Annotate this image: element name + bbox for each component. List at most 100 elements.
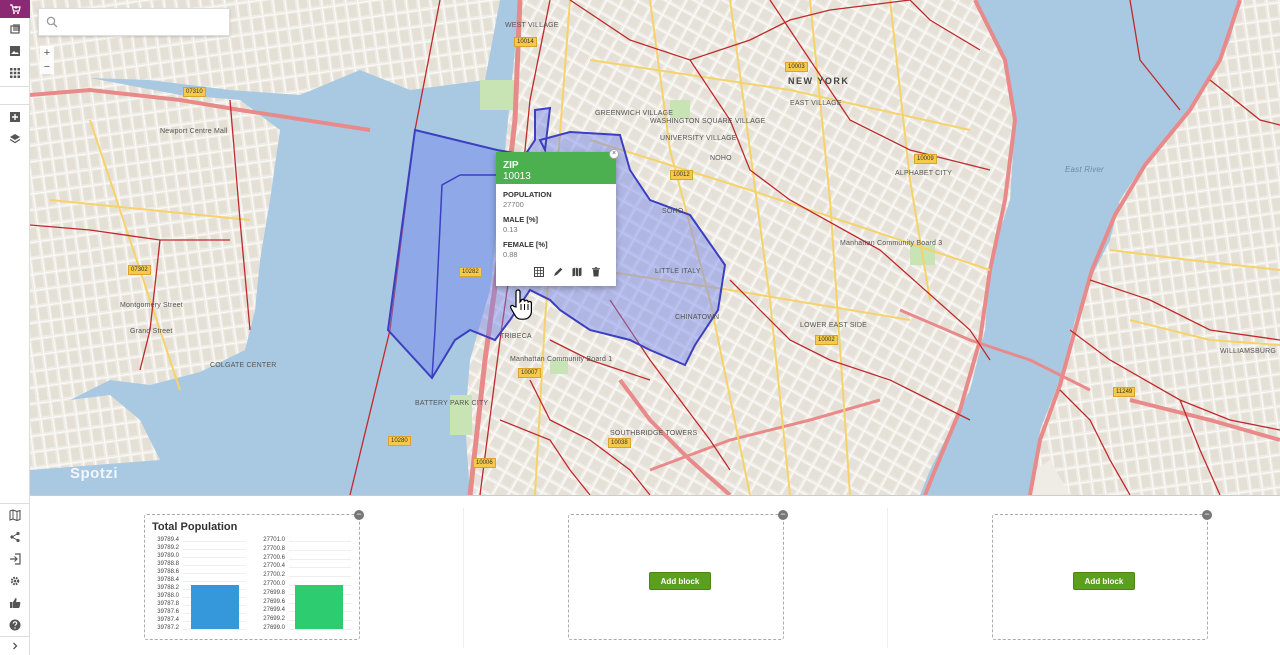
zoom-in-button[interactable]: + — [40, 46, 54, 60]
zip-tag: 10009 — [914, 154, 937, 164]
app-root: NEW YORK EAST VILLAGE WEST VILLAGE GREEN… — [0, 0, 1280, 655]
map-label: Montgomery Street — [120, 302, 183, 309]
map-label: UNIVERSITY VILLAGE — [660, 135, 737, 142]
add-block-button[interactable]: Add block — [1073, 572, 1135, 590]
login-button[interactable] — [0, 548, 30, 570]
zip-tag: 10014 — [514, 37, 537, 47]
map-canvas[interactable]: NEW YORK EAST VILLAGE WEST VILLAGE GREEN… — [30, 0, 1280, 495]
hand-cursor-icon — [510, 289, 532, 320]
chart-bar[interactable] — [191, 585, 239, 629]
map-label: EAST VILLAGE — [790, 100, 842, 107]
popup-header: ZIP 10013 — [496, 152, 616, 184]
y-tick-label: 39787.4 — [157, 617, 179, 623]
grid-line — [183, 557, 245, 558]
cart-icon — [10, 4, 21, 14]
y-tick-label: 39787.6 — [157, 609, 179, 615]
grid-line — [289, 576, 351, 578]
map-button[interactable] — [0, 504, 30, 526]
y-tick-label: 27700.4 — [263, 563, 285, 570]
zip-tag: 10003 — [785, 62, 808, 72]
map-label: SOUTHBRIDGE TOWERS — [610, 430, 698, 437]
y-tick-label: 39788.6 — [157, 569, 179, 575]
share-button[interactable] — [0, 526, 30, 548]
map-label: East River — [1065, 165, 1104, 174]
remove-block-button[interactable]: − — [778, 510, 788, 520]
close-icon[interactable]: × — [609, 149, 619, 159]
select-area-button[interactable] — [0, 106, 30, 128]
chart-bar[interactable] — [295, 585, 343, 629]
map-label: TRIBECA — [500, 333, 532, 340]
y-tick-label: 27700.0 — [263, 581, 285, 587]
empty-block: − Add block — [568, 510, 788, 640]
field-value: 27700 — [503, 200, 524, 209]
data-layers-button[interactable] — [0, 18, 30, 40]
settings-button[interactable] — [0, 570, 30, 592]
field-label: POPULATION — [503, 190, 552, 199]
y-tick-label: 27700.8 — [263, 545, 285, 552]
layers-data-icon — [10, 24, 20, 34]
brand-watermark: Spotzi — [70, 465, 118, 482]
zip-tag: 10002 — [815, 335, 838, 345]
grid-line — [183, 541, 245, 542]
map-icon[interactable] — [572, 267, 582, 277]
delete-icon[interactable] — [591, 267, 601, 277]
zip-tag: 10280 — [388, 436, 411, 446]
remove-block-button[interactable]: − — [354, 510, 364, 520]
like-button[interactable] — [0, 592, 30, 614]
sidebar-divider — [0, 86, 30, 87]
column-divider — [887, 508, 888, 648]
layers-button[interactable] — [0, 128, 30, 150]
y-tick-label: 39788.2 — [157, 585, 179, 591]
map-label: WASHINGTON SQUARE VILLAGE — [650, 118, 766, 125]
grid-line — [183, 573, 245, 574]
map-label: CHINATOWN — [675, 314, 720, 321]
zip-tag: 11249 — [1113, 387, 1136, 397]
y-tick-label: 27699.0 — [263, 625, 285, 631]
field-label: FEMALE [%] — [503, 240, 548, 249]
zip-tag: 07310 — [183, 87, 206, 97]
zip-tag: 10007 — [518, 368, 541, 378]
chart-block: − Total Population 39789.4 39789.2 39789.0… — [144, 510, 364, 640]
zip-tag: 10006 — [473, 458, 496, 468]
layers-icon — [9, 134, 21, 144]
popup-title: ZIP — [503, 160, 519, 171]
y-tick-label: 39788.4 — [157, 577, 179, 583]
zip-tag: 10038 — [608, 438, 631, 448]
remove-block-button[interactable]: − — [1202, 510, 1212, 520]
grid-line — [183, 565, 245, 566]
search-input[interactable] — [65, 13, 225, 33]
y-tick-label: 27699.2 — [263, 616, 285, 623]
y-tick-label: 27700.6 — [263, 554, 285, 561]
expand-sidebar-button[interactable] — [0, 637, 30, 655]
add-block-button[interactable]: Add block — [649, 572, 711, 590]
image-button[interactable] — [0, 40, 30, 62]
popup-actions — [534, 267, 601, 277]
map-label: Newport Centre Mall — [160, 128, 228, 135]
map-label: COLGATE CENTER — [210, 362, 277, 369]
select-area-icon — [10, 112, 20, 122]
table-icon[interactable] — [534, 267, 544, 277]
login-icon — [10, 553, 21, 565]
y-tick-label: 39788.8 — [157, 561, 179, 567]
field-value: 0.88 — [503, 250, 518, 259]
cart-button[interactable] — [0, 0, 30, 18]
map-label: Grand Street — [130, 328, 173, 335]
empty-block: − Add block — [992, 510, 1212, 640]
map-label: BATTERY PARK CITY — [415, 400, 489, 407]
map-label: Manhattan Community Board 1 — [510, 356, 613, 363]
grid-line — [289, 567, 351, 569]
edit-icon[interactable] — [553, 267, 563, 277]
sidebar-divider — [0, 104, 30, 105]
y-tick-label: 27700.2 — [263, 572, 285, 579]
zoom-out-button[interactable]: − — [40, 60, 54, 74]
map-label: NEW YORK — [788, 76, 850, 86]
zoom-control: + − — [40, 46, 54, 74]
field-label: MALE [%] — [503, 215, 538, 224]
grid-line — [289, 549, 351, 551]
settings-icon — [10, 576, 20, 586]
help-button[interactable] — [0, 614, 30, 636]
y-tick-label: 27699.6 — [263, 598, 285, 605]
y-tick-label: 27699.8 — [263, 589, 285, 596]
map-label: GREENWICH VILLAGE — [595, 110, 674, 117]
grid-button[interactable] — [0, 62, 30, 84]
